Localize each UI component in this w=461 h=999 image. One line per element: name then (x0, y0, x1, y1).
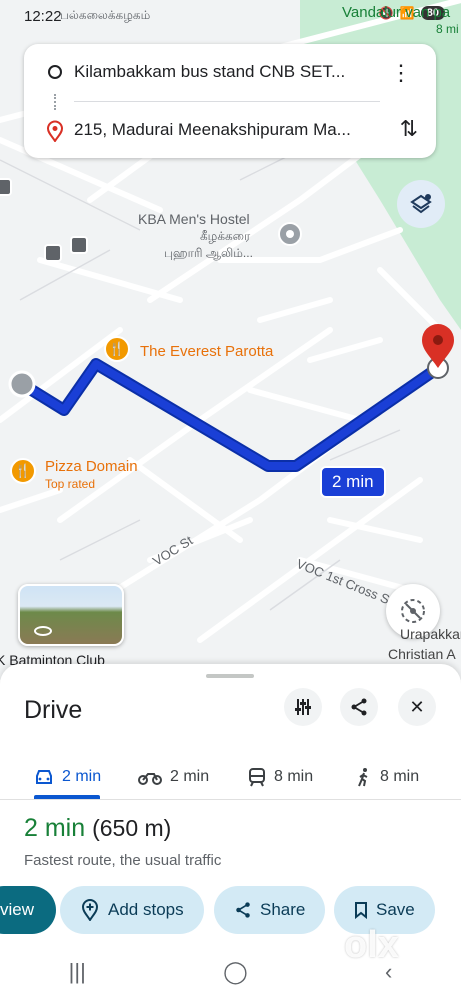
origin-marker (8, 370, 36, 398)
restaurant-icon[interactable]: 🍴 (10, 458, 36, 484)
map-label-urapakkam: Urapakkam (400, 626, 461, 642)
map-label-pizza[interactable]: Pizza Domain (45, 458, 138, 475)
sheet-drag-handle[interactable] (206, 674, 254, 678)
transit-icon (249, 768, 265, 787)
origin-field[interactable]: Kilambakkam bus stand CNB SET... (24, 52, 436, 92)
car-icon (36, 770, 52, 784)
map-view[interactable]: 12:22 பல்கலைக்கழகம் 🔇 📶 80 Vandalur van … (0, 0, 461, 680)
bus-stop-icon[interactable] (70, 236, 88, 254)
map-label-hostel-tamil-2: புஹாரி ஆலிம்... (164, 246, 253, 260)
close-icon: ✕ (409, 696, 425, 717)
layers-button[interactable] (397, 180, 445, 228)
close-button[interactable]: ✕ (398, 688, 436, 726)
travel-mode-tabs: 2 min 2 min 8 min 8 min (0, 754, 461, 800)
route-description: Fastest route, the usual traffic (24, 852, 222, 869)
mode-label: 2 min (62, 768, 102, 785)
route-duration: 2 min (24, 814, 86, 842)
swap-icon[interactable]: ⇅ (400, 116, 418, 142)
olx-watermark: olx (344, 924, 399, 966)
preview-label: view (0, 900, 35, 919)
mode-label: 2 min (170, 768, 210, 785)
mode-tab-walk[interactable]: 8 min (356, 754, 419, 800)
mode-tab-drive[interactable]: 2 min (34, 754, 101, 800)
map-label-everest[interactable]: The Everest Parotta (140, 343, 273, 360)
save-label: Save (376, 900, 415, 919)
share-icon (351, 698, 367, 716)
share-button[interactable]: Share (214, 886, 326, 934)
map-label-top-tamil: பல்கலைக்கழகம் (60, 8, 151, 22)
origin-text: Kilambakkam bus stand CNB SET... (74, 62, 346, 81)
bus-stop-icon[interactable] (44, 244, 62, 262)
destination-field[interactable]: 215, Madurai Meenakshipuram Ma... (24, 110, 436, 150)
map-label-pizza-sub: Top rated (45, 477, 96, 491)
share-route-button[interactable] (340, 688, 378, 726)
layers-icon (410, 194, 432, 214)
status-time: 12:22 (24, 8, 62, 25)
add-location-icon (81, 899, 99, 921)
street-view-thumbnail[interactable] (18, 584, 124, 646)
add-stops-button[interactable]: Add stops (60, 886, 204, 934)
street-view-icon (34, 626, 52, 636)
map-label-christian: Christian A (388, 646, 456, 662)
location-pin-icon (46, 120, 64, 147)
map-label-hostel: KBA Men's Hostel (138, 211, 250, 227)
more-options-icon[interactable]: ⋮ (390, 62, 412, 84)
route-search-card: Kilambakkam bus stand CNB SET... 215, Ma… (24, 44, 436, 158)
recent-apps-icon[interactable]: ||| (69, 959, 86, 985)
bus-stop-icon[interactable] (0, 178, 12, 196)
map-label-park: Vandalur van pa (342, 4, 451, 21)
restaurant-icon[interactable]: 🍴 (104, 336, 130, 362)
add-stops-label: Add stops (108, 900, 184, 919)
preview-button[interactable]: view (0, 886, 57, 934)
home-icon[interactable]: ◯ (223, 959, 248, 985)
share-label: Share (260, 900, 306, 919)
mode-tab-transit[interactable]: 8 min (248, 754, 313, 800)
share-icon (236, 902, 250, 918)
route-dots (54, 94, 56, 110)
origin-circle-icon (48, 65, 62, 79)
walk-icon (358, 768, 368, 787)
destination-text: 215, Madurai Meenakshipuram Ma... (74, 120, 351, 139)
mode-label: 8 min (380, 768, 420, 785)
sheet-title: Drive (24, 696, 83, 724)
mode-label: 8 min (274, 768, 314, 785)
map-label-hostel-tamil-1: கீழக்கரை (200, 229, 251, 243)
route-summary: 2 min (650 m) (24, 814, 171, 843)
bookmark-icon (355, 902, 367, 919)
motorbike-icon (138, 773, 162, 785)
compass-icon (401, 599, 425, 623)
active-mode-indicator (34, 795, 100, 799)
route-duration-badge[interactable]: 2 min (320, 466, 386, 498)
route-distance: (650 m) (92, 815, 172, 841)
map-label-park-time: 8 mi (436, 22, 459, 36)
tune-icon (295, 699, 311, 715)
destination-pin[interactable] (422, 324, 454, 368)
mode-tab-motorbike[interactable]: 2 min (138, 754, 209, 800)
route-options-button[interactable] (284, 688, 322, 726)
